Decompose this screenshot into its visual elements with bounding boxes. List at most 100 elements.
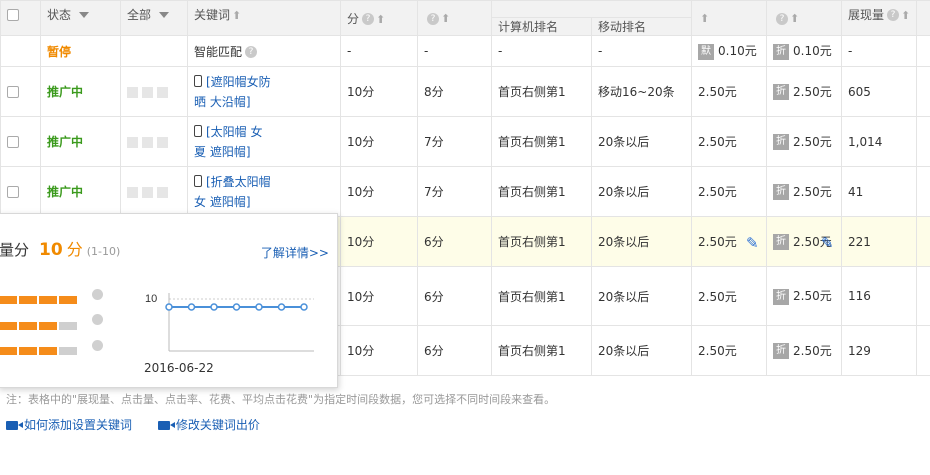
row-checkbox[interactable] — [7, 136, 19, 148]
status-cell[interactable]: 推广中 — [40, 166, 121, 217]
discount-tag-icon: 折 — [773, 288, 789, 305]
keyword-link[interactable]: [折叠太阳帽女 遮阳帽] — [194, 175, 271, 209]
mobile-bid-header[interactable]: ? ⬆ — [766, 0, 842, 36]
keyword-cell[interactable]: [折叠太阳帽女 遮阳帽] — [187, 166, 341, 217]
data-point[interactable] — [187, 303, 196, 311]
pc-bid-cell[interactable]: 2.50元 — [691, 166, 767, 217]
mobile-bid-cell[interactable]: 折 2.50元 — [766, 66, 842, 117]
help-icon[interactable]: ? — [427, 12, 439, 25]
bid-help-link[interactable]: 修改关键词出价 — [157, 418, 260, 432]
mobile-bid-cell[interactable]: 折 2.50元 ✎ — [766, 216, 842, 267]
score-bar-segment — [39, 296, 57, 304]
quality-score-popup: 量分 10 分 (1-10) 了解详情>> 10 2016-06-22 — [0, 213, 338, 388]
score-bar-segment — [0, 322, 17, 330]
data-point[interactable] — [277, 303, 286, 311]
popup-title: 量分 10 分 (1-10) — [0, 240, 121, 260]
data-point[interactable] — [300, 303, 308, 311]
keyword-link[interactable]: [太阳帽 女夏 遮阳帽] — [194, 125, 263, 159]
add-keyword-help-link[interactable]: 如何添加设置关键词 — [6, 418, 132, 432]
score-bar-3 — [0, 344, 81, 355]
score-bar-segment — [59, 347, 77, 355]
help-icon[interactable] — [92, 289, 103, 300]
chevron-down-icon[interactable] — [159, 12, 170, 18]
score-bar-segment — [59, 322, 77, 330]
help-icon[interactable]: ? — [887, 9, 900, 21]
mobile-bid-cell[interactable]: 折 0.10元 — [766, 35, 842, 67]
table-row: 暂停 智能匹配? - - - - 默 0.10元 折 0.10元 - — [0, 35, 930, 67]
score-bar-segment — [19, 322, 37, 330]
score-trend-chart: 10 — [145, 293, 314, 352]
pc-bid-header[interactable]: ⬆ — [691, 0, 767, 36]
help-icon[interactable]: ? — [776, 12, 788, 25]
score-bar-segment — [0, 347, 17, 355]
pc-bid-cell[interactable]: 2.50元 ✎ — [691, 216, 767, 267]
sort-icon[interactable]: ⬆ — [376, 13, 385, 26]
mobile-bid-cell[interactable]: 折 2.50元 — [766, 325, 842, 376]
sort-icon[interactable]: ⬆ — [790, 12, 799, 25]
video-icon — [157, 421, 175, 430]
mobile-bid-cell[interactable]: 折 2.50元 — [766, 166, 842, 217]
pc-bid-cell[interactable]: 2.50元 — [691, 116, 767, 167]
mobile-phone-icon — [194, 74, 202, 87]
status-cell[interactable]: 推广中 — [40, 66, 121, 117]
pc-bid-cell[interactable]: 2.50元 — [691, 325, 767, 376]
sort-icon[interactable]: ⬆ — [232, 9, 241, 22]
help-icon[interactable] — [92, 340, 103, 351]
score-bar-segment — [59, 296, 77, 304]
select-all-header[interactable] — [0, 0, 41, 36]
discount-tag-icon: 折 — [773, 134, 789, 151]
discount-tag-icon: 折 — [773, 43, 789, 60]
status-cell[interactable]: 推广中 — [40, 116, 121, 167]
score-bar-segment — [39, 322, 57, 330]
data-point[interactable] — [210, 303, 218, 311]
keyword-link[interactable]: [遮阳帽女防晒 大沿帽] — [194, 75, 271, 109]
learn-more-link[interactable]: 了解详情>> — [261, 244, 329, 261]
status-header[interactable]: 状态 — [40, 0, 121, 36]
edit-pencil-icon[interactable]: ✎ — [821, 234, 834, 252]
keyword-cell: 智能匹配? — [187, 35, 341, 67]
rank-group-header — [491, 0, 692, 18]
help-icon[interactable]: ? — [362, 13, 375, 25]
mobile-bid-cell[interactable]: 折 2.50元 — [766, 266, 842, 326]
video-icon — [6, 421, 23, 430]
row-checkbox[interactable] — [7, 86, 19, 98]
pc-bid-cell[interactable]: 2.50元 — [691, 266, 767, 326]
help-icon[interactable]: ? — [245, 46, 258, 58]
select-all-checkbox[interactable] — [7, 8, 19, 21]
data-point[interactable] — [255, 303, 263, 311]
help-icon[interactable] — [92, 314, 103, 325]
sort-icon[interactable]: ⬆ — [700, 12, 709, 25]
help-links: 如何添加设置关键词 修改关键词出价 — [6, 416, 282, 433]
mobile-bid-cell[interactable]: 折 2.50元 — [766, 116, 842, 167]
score-bar-segment — [19, 347, 37, 355]
x-tick-label: 2016-06-22 — [144, 361, 214, 375]
table-row: 推广中 [折叠太阳帽女 遮阳帽] 10分 7分 首页右侧第1 20条以后 2.5… — [0, 166, 930, 217]
sort-icon[interactable]: ⬆ — [901, 9, 910, 22]
pc-bid-cell[interactable]: 2.50元 — [691, 66, 767, 117]
footer-note: 注：表格中的"展现量、点击量、点击率、花费、平均点击花费"为指定时间段数据，您可… — [6, 393, 556, 406]
all-header[interactable]: 全部 — [120, 0, 188, 36]
score-bar-2 — [0, 319, 81, 330]
score-bar-segment — [0, 296, 17, 304]
pc-bid-cell[interactable]: 默 0.10元 — [691, 35, 767, 67]
data-point[interactable] — [232, 303, 241, 311]
row-checkbox[interactable] — [7, 186, 19, 198]
keyword-header[interactable]: 关键词 ⬆ — [187, 0, 341, 36]
pc-score-header[interactable]: 分? ⬆ — [340, 0, 418, 36]
pc-rank-header: 计算机排名 — [491, 17, 592, 36]
quality-score-value: 10 — [39, 240, 63, 260]
sort-icon[interactable]: ⬆ — [441, 12, 450, 25]
keyword-cell[interactable]: [太阳帽 女夏 遮阳帽] — [187, 116, 341, 167]
mobile-score-header[interactable]: ? ⬆ — [417, 0, 492, 36]
keyword-cell[interactable]: [遮阳帽女防晒 大沿帽] — [187, 66, 341, 117]
default-tag-icon: 默 — [698, 43, 714, 60]
chevron-down-icon[interactable] — [79, 12, 90, 18]
status-cell[interactable]: 暂停 — [40, 35, 121, 67]
impressions-header[interactable]: 展现量? ⬆ — [841, 0, 917, 36]
table-row: 推广中 [遮阳帽女防晒 大沿帽] 10分 8分 首页右侧第1 移动16~20条 … — [0, 66, 930, 117]
discount-tag-icon: 折 — [773, 343, 789, 360]
score-bar-segment — [19, 296, 37, 304]
y-tick-label: 10 — [145, 293, 157, 305]
edit-pencil-icon[interactable]: ✎ — [746, 234, 759, 252]
data-point[interactable] — [165, 303, 173, 311]
